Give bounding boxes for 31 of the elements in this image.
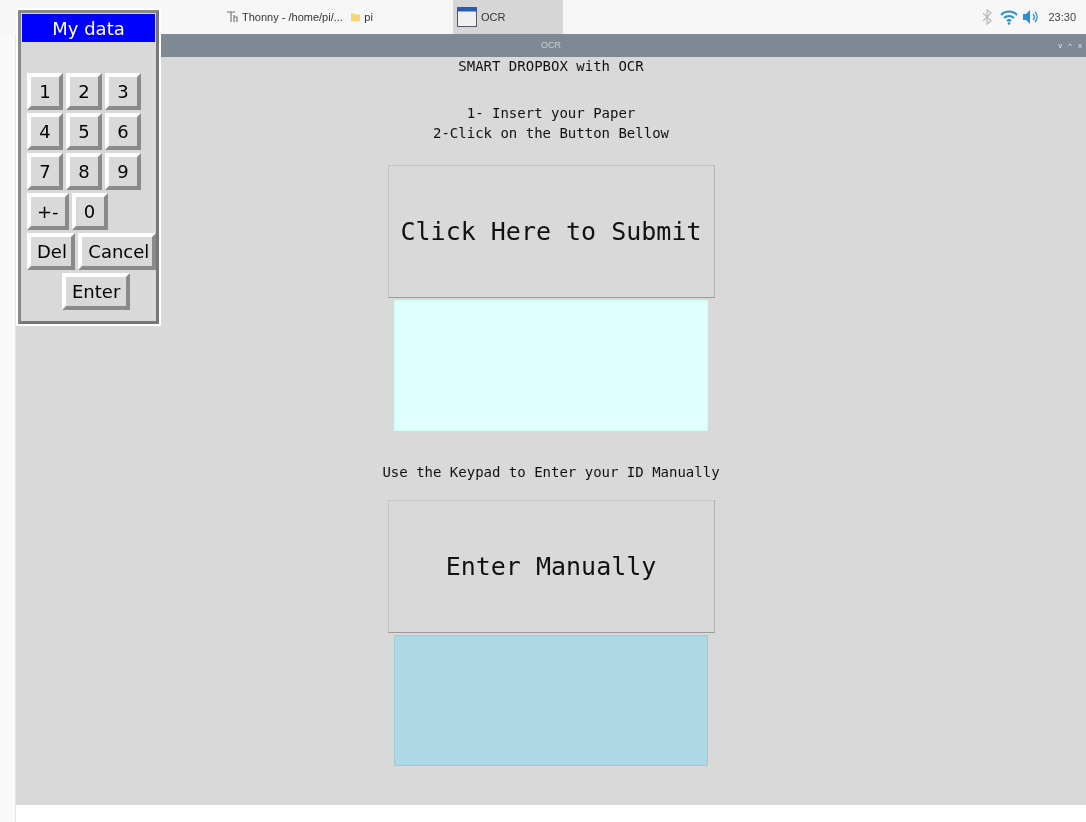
wifi-icon[interactable] — [1000, 9, 1019, 25]
keypad-key[interactable]: 9 — [105, 153, 141, 190]
heading: SMART DROPBOX with OCR — [458, 57, 644, 76]
keypad-key[interactable]: 8 — [66, 153, 102, 190]
taskbar-item[interactable]: OCR — [452, 0, 563, 34]
keypad-key[interactable]: Enter — [62, 273, 131, 310]
keypad-title: My data — [22, 14, 155, 42]
instruction-text: 2-Click on the Button Bellow — [433, 124, 669, 143]
taskbar-item[interactable]: pi — [346, 0, 377, 34]
submit-button[interactable]: Click Here to Submit — [387, 165, 715, 298]
manual-entry-button[interactable]: Enter Manually — [387, 500, 715, 633]
keypad-key[interactable]: 4 — [27, 113, 63, 150]
keypad-key[interactable]: 3 — [105, 73, 141, 110]
bluetooth-icon[interactable] — [982, 9, 993, 25]
clock[interactable]: 23:30 — [1048, 8, 1076, 26]
keypad-key[interactable]: 1 — [27, 73, 63, 110]
taskbar-item[interactable]: Thonny - /home/pi/... — [222, 0, 347, 34]
keypad-key[interactable]: Del — [27, 233, 76, 270]
keypad-key[interactable]: 5 — [66, 113, 102, 150]
window-title: OCR — [541, 38, 561, 52]
keypad-key[interactable]: 6 — [105, 113, 141, 150]
keypad-key[interactable]: 7 — [27, 153, 63, 190]
instruction-text: 1- Insert your Paper — [466, 104, 636, 123]
keypad-key[interactable]: 2 — [66, 73, 102, 110]
thonny-icon — [226, 11, 238, 23]
window-icon — [456, 7, 477, 27]
keypad-key[interactable]: Cancel — [78, 233, 156, 270]
keypad-key[interactable]: +- — [27, 193, 69, 230]
volume-icon[interactable] — [1022, 9, 1041, 25]
keypad-hint: Use the Keypad to Enter your ID Manually — [382, 463, 720, 482]
keypad-key[interactable]: 0 — [71, 193, 108, 230]
